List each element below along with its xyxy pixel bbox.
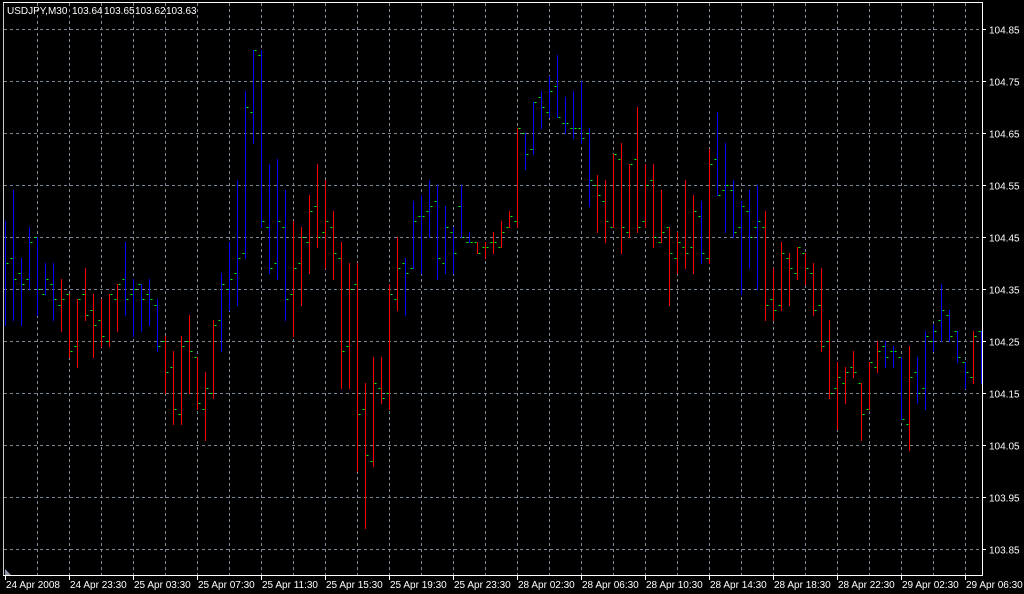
time-label: 28 Apr 18:30 [774, 580, 831, 591]
header-close-value: 103.63 [166, 6, 197, 17]
chart-header: USDJPY,M30 103.64 103.65 103.62 103.63 [7, 6, 197, 17]
header-open-value: 103.64 [72, 6, 103, 17]
symbol-timeframe-label: USDJPY,M30 [7, 6, 68, 17]
time-label: 25 Apr 03:30 [134, 580, 191, 591]
time-label: 28 Apr 14:30 [710, 580, 767, 591]
price-label: 103.85 [989, 546, 1020, 557]
time-label: 24 Apr 23:30 [70, 580, 127, 591]
time-label: 28 Apr 06:30 [582, 580, 639, 591]
time-label: 28 Apr 02:30 [518, 580, 575, 591]
header-low-value: 103.62 [135, 6, 166, 17]
price-label: 104.25 [989, 338, 1020, 349]
price-label: 104.05 [989, 442, 1020, 453]
time-label: 28 Apr 22:30 [838, 580, 895, 591]
time-label: 28 Apr 10:30 [646, 580, 703, 591]
time-label: 25 Apr 15:30 [326, 580, 383, 591]
time-label: 25 Apr 23:30 [454, 580, 511, 591]
price-label: 104.15 [989, 390, 1020, 401]
chart-background [0, 0, 1024, 594]
price-label: 104.65 [989, 130, 1020, 141]
time-label: 29 Apr 02:30 [902, 580, 959, 591]
header-high-value: 103.65 [104, 6, 135, 17]
time-label: 24 Apr 2008 [6, 580, 60, 591]
price-label: 104.35 [989, 286, 1020, 297]
time-label: 25 Apr 11:30 [262, 580, 318, 591]
time-label: 29 Apr 06:30 [966, 580, 1023, 591]
price-label: 103.95 [989, 494, 1020, 505]
price-label: 104.75 [989, 78, 1020, 89]
price-label: 104.45 [989, 234, 1020, 245]
time-label: 25 Apr 07:30 [198, 580, 255, 591]
price-label: 104.85 [989, 26, 1020, 37]
price-chart[interactable]: 104.85 104.75 104.65 104.55 104.45 104.35 104.… [0, 0, 1024, 594]
price-label: 104.55 [989, 182, 1020, 193]
time-label: 25 Apr 19:30 [390, 580, 447, 591]
